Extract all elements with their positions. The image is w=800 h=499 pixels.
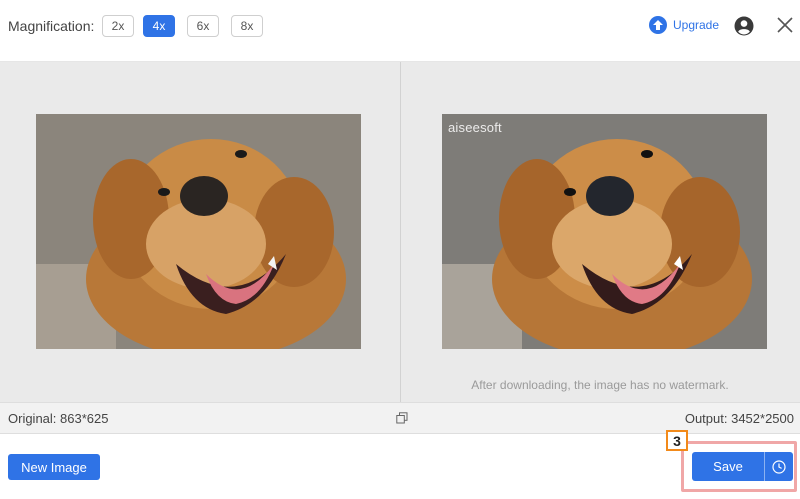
- magnification-2x-button[interactable]: 2x: [102, 15, 134, 37]
- save-button-group: Save: [692, 452, 793, 481]
- user-account-icon[interactable]: [734, 16, 754, 36]
- watermark-note: After downloading, the image has no wate…: [471, 378, 729, 392]
- new-image-button[interactable]: New Image: [8, 454, 100, 480]
- watermark-label: aiseesoft: [448, 120, 502, 135]
- upgrade-button[interactable]: Upgrade: [649, 16, 719, 34]
- step-number-badge: 3: [666, 430, 688, 451]
- upgrade-arrow-icon: [649, 16, 667, 34]
- original-resolution: Original: 863*625: [8, 411, 109, 426]
- output-resolution: Output: 3452*2500: [684, 411, 794, 426]
- magnification-4x-button[interactable]: 4x: [143, 15, 175, 37]
- enhanced-image-preview: aiseesoft: [442, 114, 767, 349]
- close-icon[interactable]: [776, 16, 794, 34]
- magnification-8x-button[interactable]: 8x: [231, 15, 263, 37]
- dog-photo-enhanced: [442, 114, 767, 349]
- compare-toggle-icon[interactable]: [396, 412, 408, 424]
- upgrade-label: Upgrade: [673, 18, 720, 32]
- image-compare-area: aiseesoft After downloading, the image h…: [0, 62, 800, 402]
- compare-divider: [400, 62, 401, 402]
- original-image-preview: [36, 114, 361, 349]
- dog-photo-original: [36, 114, 361, 349]
- magnification-6x-button[interactable]: 6x: [187, 15, 219, 37]
- save-button[interactable]: Save: [692, 452, 764, 481]
- magnification-label: Magnification:: [8, 18, 95, 34]
- top-toolbar: Magnification: 2x 4x 6x 8x Upgrade: [0, 0, 800, 62]
- schedule-button[interactable]: [765, 452, 793, 481]
- clock-icon: [772, 459, 786, 474]
